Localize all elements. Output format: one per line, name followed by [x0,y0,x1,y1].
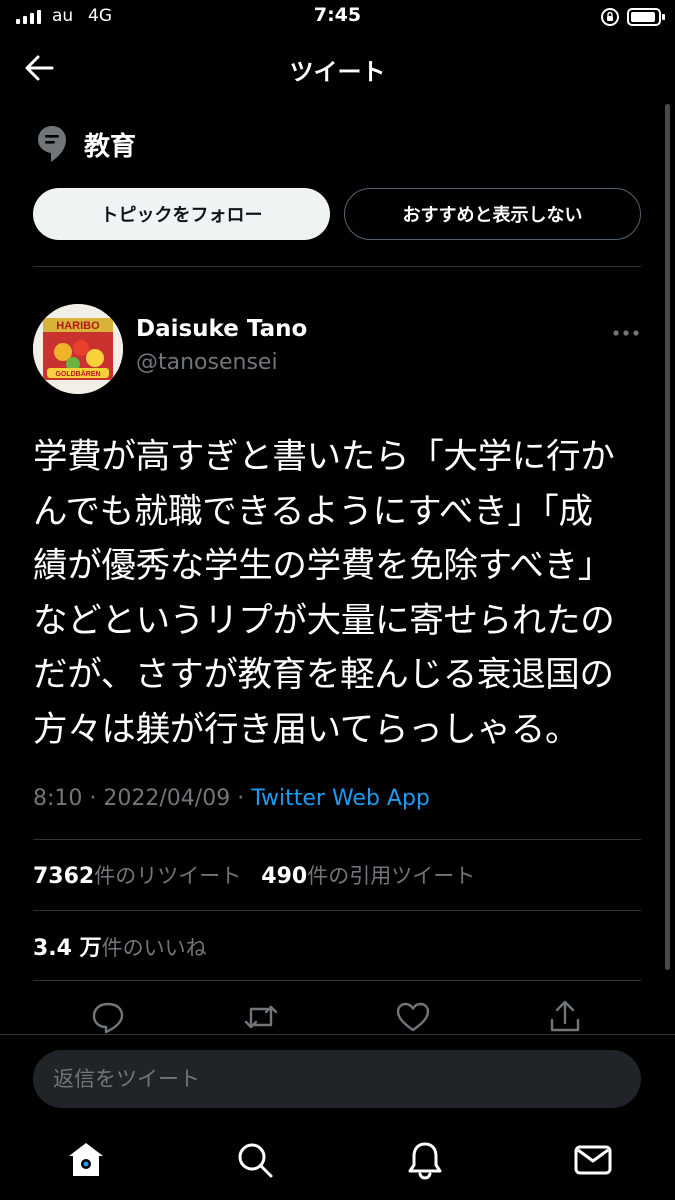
status-bar: au 4G 7:45 [0,0,675,36]
reply-button[interactable] [88,997,128,1037]
retweets-count: 7362 [33,864,95,889]
svg-text:GOLDBÄREN: GOLDBÄREN [55,370,100,378]
retweets-stat[interactable]: 7362件のリツイート [33,864,242,889]
divider [33,980,641,981]
status-time: 7:45 [313,4,362,26]
battery-icon [627,8,665,26]
divider [0,1034,675,1035]
reply-input[interactable] [33,1050,641,1108]
reply-icon [92,1002,124,1034]
retweets-label: 件のリツイート [94,864,242,888]
likes-stat[interactable]: 3.4 万件のいいね [33,930,207,962]
tab-notifications[interactable] [403,1138,447,1182]
meta-separator: · [89,786,97,811]
reply-composer[interactable] [33,1050,641,1108]
retweet-quote-stats: 7362件のリツイート 490件の引用ツイート [33,860,475,890]
heart-icon [396,1002,430,1032]
topic-label: 教育 [84,132,137,162]
meta-separator: · [237,786,245,811]
not-interested-button[interactable]: おすすめと表示しない [344,188,641,240]
divider [33,910,641,911]
like-button[interactable] [393,997,433,1037]
tab-home[interactable] [64,1138,108,1182]
topic-icon [36,124,68,164]
tweet-date: 2022/04/09 [103,786,231,811]
divider [33,266,641,267]
home-icon [69,1143,103,1176]
retweet-icon [244,1005,278,1029]
quotes-count: 490 [261,864,308,889]
author-name[interactable]: Daisuke Tano [136,316,307,342]
tab-search[interactable] [233,1138,277,1182]
quotes-stat[interactable]: 490件の引用ツイート [261,864,476,889]
notifications-icon [408,1142,442,1180]
divider [33,839,641,840]
likes-count: 3.4 万 [33,936,102,961]
tab-messages[interactable] [571,1138,615,1182]
avatar[interactable]: HARIBO GOLDBÄREN [33,304,123,394]
more-icon [613,330,639,336]
share-button[interactable] [545,997,585,1037]
follow-topic-button[interactable]: トピックをフォロー [33,188,330,240]
likes-label: 件のいいね [101,936,207,960]
author-handle[interactable]: @tanosensei [136,350,278,375]
share-icon [550,1000,580,1032]
page-title: ツイート [289,58,386,86]
quotes-label: 件の引用ツイート [307,864,476,888]
tweet-source-link[interactable]: Twitter Web App [251,786,430,811]
rotation-lock-icon [601,8,619,26]
tweet-meta: 8:10 · 2022/04/09 · Twitter Web App [33,786,430,811]
search-icon [238,1143,273,1178]
retweet-button[interactable] [241,997,281,1037]
tweet-time: 8:10 [33,786,83,811]
messages-icon [574,1145,612,1175]
tweet-text: 学費が高すぎと書いたら「大学に行か んでも就職できるようにすべき」「成 績が優秀… [33,437,615,750]
more-options-button[interactable] [610,323,642,343]
svg-text:HARIBO: HARIBO [56,320,100,332]
scrollbar[interactable] [665,104,670,970]
